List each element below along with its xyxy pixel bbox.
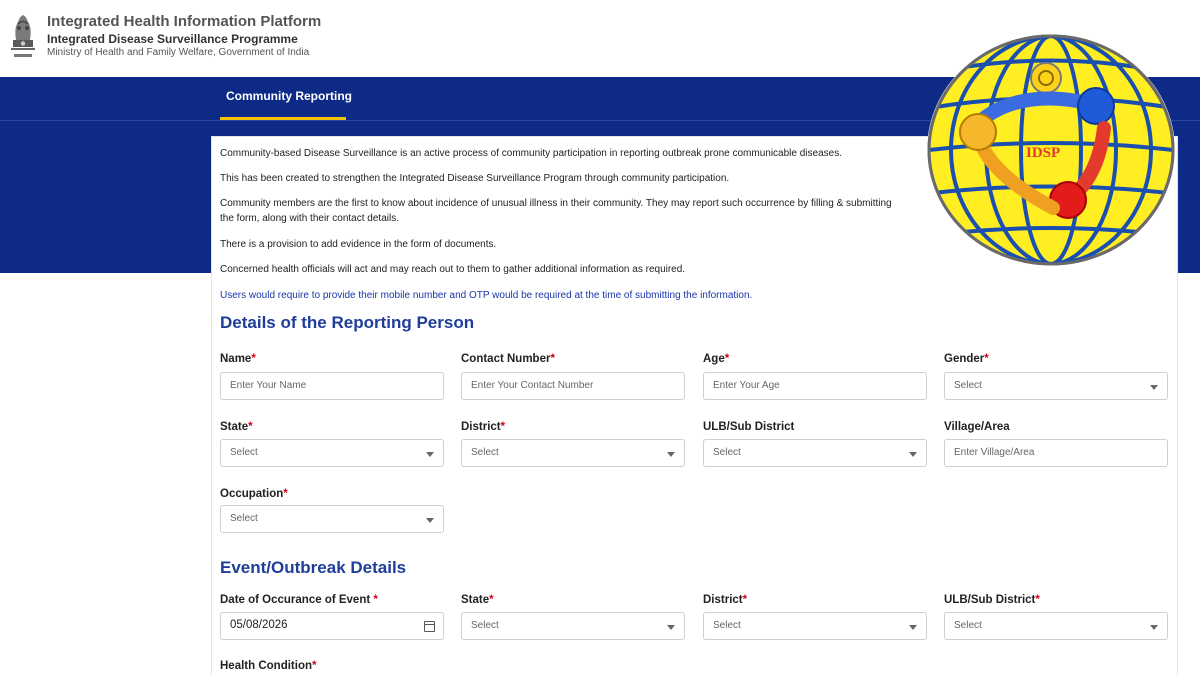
ulb-label: ULB/Sub District <box>703 421 795 433</box>
age-field[interactable]: Enter Your Age <box>703 372 927 400</box>
age-label: Age* <box>703 353 730 365</box>
platform-title: Integrated Health Information Platform <box>47 13 322 30</box>
active-tab-indicator <box>220 117 346 120</box>
occupation-select[interactable]: Select <box>220 505 444 533</box>
required-marker: * <box>550 353 555 365</box>
calendar-icon[interactable] <box>424 621 435 632</box>
section-title-event: Event/Outbreak Details <box>220 558 407 577</box>
ministry-text: Ministry of Health and Family Welfare, G… <box>47 47 310 58</box>
info-text: the form, along with their contact detai… <box>220 213 399 224</box>
required-marker: * <box>984 353 989 365</box>
idsp-logo: IDSP <box>927 34 1175 266</box>
chevron-down-icon <box>1150 385 1158 390</box>
chevron-down-icon <box>909 452 917 457</box>
section-title-reporting: Details of the Reporting Person <box>220 313 475 332</box>
contact-placeholder: Enter Your Contact Number <box>471 380 594 391</box>
required-marker: * <box>742 594 748 606</box>
district-select[interactable]: Select <box>461 439 685 467</box>
village-field[interactable]: Enter Village/Area <box>944 439 1168 467</box>
otp-notice: Users would require to provide their mob… <box>220 290 753 301</box>
programme-title: Integrated Disease Surveillance Programm… <box>47 32 298 46</box>
chevron-down-icon <box>426 452 434 457</box>
required-marker: * <box>373 594 378 606</box>
gender-value: Select <box>954 380 982 391</box>
chevron-down-icon <box>667 625 675 630</box>
contact-number-field[interactable]: Enter Your Contact Number <box>461 372 685 400</box>
info-text: Community-based Disease Surveillance is … <box>220 148 842 159</box>
event-state-value: Select <box>471 620 499 631</box>
chevron-down-icon <box>1150 625 1158 630</box>
event-state-select[interactable]: Select <box>461 612 685 640</box>
event-ulb-value: Select <box>954 620 982 631</box>
tab-label: Community Reporting <box>226 89 352 103</box>
event-district-label: District* <box>703 594 748 606</box>
event-state-label: State* <box>461 594 494 606</box>
event-district-select[interactable]: Select <box>703 612 927 640</box>
ulb-value: Select <box>713 447 741 458</box>
required-marker: * <box>1035 594 1040 606</box>
required-marker: * <box>312 660 317 672</box>
tab-community-reporting[interactable]: Community Reporting <box>220 77 352 120</box>
info-text: Concerned health officials will act and … <box>220 264 686 275</box>
info-text: There is a provision to add evidence in … <box>220 239 497 250</box>
required-marker: * <box>283 488 288 500</box>
required-marker: * <box>500 421 506 433</box>
event-ulb-select[interactable]: Select <box>944 612 1168 640</box>
name-placeholder: Enter Your Name <box>230 380 307 391</box>
occupation-label: Occupation* <box>220 488 288 500</box>
age-placeholder: Enter Your Age <box>713 380 780 391</box>
district-label: District* <box>461 421 506 433</box>
gender-label: Gender* <box>944 353 989 365</box>
required-marker: * <box>724 353 730 365</box>
chevron-down-icon <box>909 625 917 630</box>
chevron-down-icon <box>426 518 434 523</box>
occupation-value: Select <box>230 513 258 524</box>
logo-text: IDSP <box>1026 145 1060 161</box>
name-label: Name* <box>220 353 256 365</box>
state-select[interactable]: Select <box>220 439 444 467</box>
state-value: Select <box>230 447 258 458</box>
required-marker: * <box>489 594 494 606</box>
district-value: Select <box>471 447 499 458</box>
info-text: Community members are the first to know … <box>220 198 892 209</box>
gender-select[interactable]: Select <box>944 372 1168 400</box>
event-date-field[interactable]: 05/08/2026 <box>220 612 444 640</box>
state-label: State* <box>220 421 253 433</box>
required-marker: * <box>248 421 253 433</box>
contact-number-label: Contact Number* <box>461 353 555 365</box>
info-text: This has been created to strengthen the … <box>220 173 730 184</box>
national-emblem-icon <box>11 15 35 57</box>
event-ulb-label: ULB/Sub District* <box>944 594 1040 606</box>
village-placeholder: Enter Village/Area <box>954 447 1035 458</box>
chevron-down-icon <box>667 452 675 457</box>
required-marker: * <box>251 353 256 365</box>
event-district-value: Select <box>713 620 741 631</box>
name-field[interactable]: Enter Your Name <box>220 372 444 400</box>
village-label: Village/Area <box>944 421 1010 433</box>
event-date-label: Date of Occurance of Event * <box>220 594 378 606</box>
ulb-select[interactable]: Select <box>703 439 927 467</box>
event-date-value: 05/08/2026 <box>230 619 288 631</box>
health-condition-label: Health Condition* <box>220 660 317 672</box>
